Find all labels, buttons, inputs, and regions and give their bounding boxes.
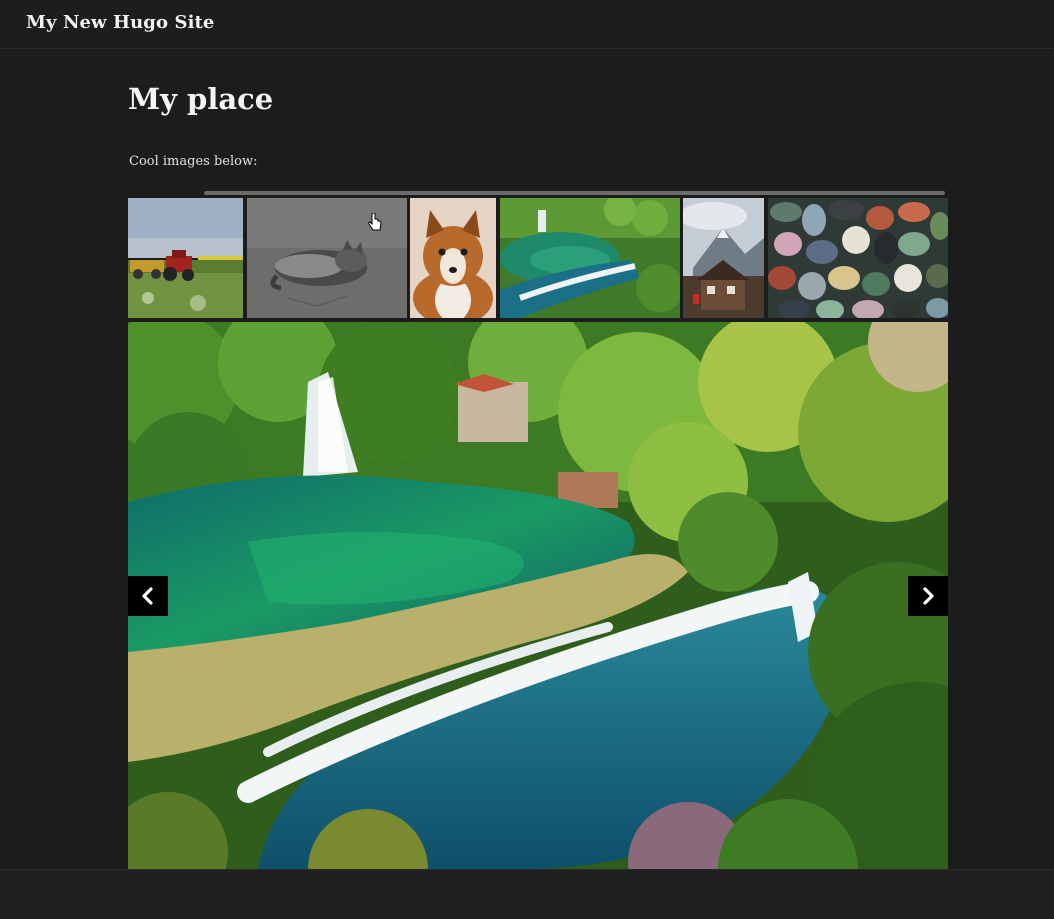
waterfall-image xyxy=(500,198,680,318)
dog-image xyxy=(410,198,496,318)
hand-cursor-icon xyxy=(368,213,382,231)
chevron-left-icon xyxy=(142,587,153,605)
page-footer xyxy=(0,869,1054,919)
main-image[interactable] xyxy=(128,322,948,869)
pebbles-image xyxy=(768,198,948,318)
chevron-right-icon xyxy=(923,587,934,605)
intro-text: Cool images below: xyxy=(129,154,258,169)
page-title: My place xyxy=(128,82,274,116)
thumbnail-waterfall[interactable] xyxy=(500,198,680,318)
thumbnail-village[interactable] xyxy=(683,198,764,318)
next-button[interactable] xyxy=(908,576,948,616)
site-header: My New Hugo Site xyxy=(0,0,1054,49)
site-title-link[interactable]: My New Hugo Site xyxy=(26,12,214,33)
thumbnail-dog[interactable] xyxy=(410,198,496,318)
tractor-field-image xyxy=(128,198,243,318)
thumbnail-pebbles[interactable] xyxy=(768,198,948,318)
thumbnail-scrollbar[interactable] xyxy=(204,191,945,195)
sleeping-cat-image xyxy=(247,198,407,318)
thumbnail-strip xyxy=(128,198,948,318)
waterfall-image xyxy=(128,322,948,869)
thumbnail-tractor[interactable] xyxy=(128,198,243,318)
mountain-village-image xyxy=(683,198,764,318)
thumbnail-cat[interactable] xyxy=(247,198,407,318)
prev-button[interactable] xyxy=(128,576,168,616)
